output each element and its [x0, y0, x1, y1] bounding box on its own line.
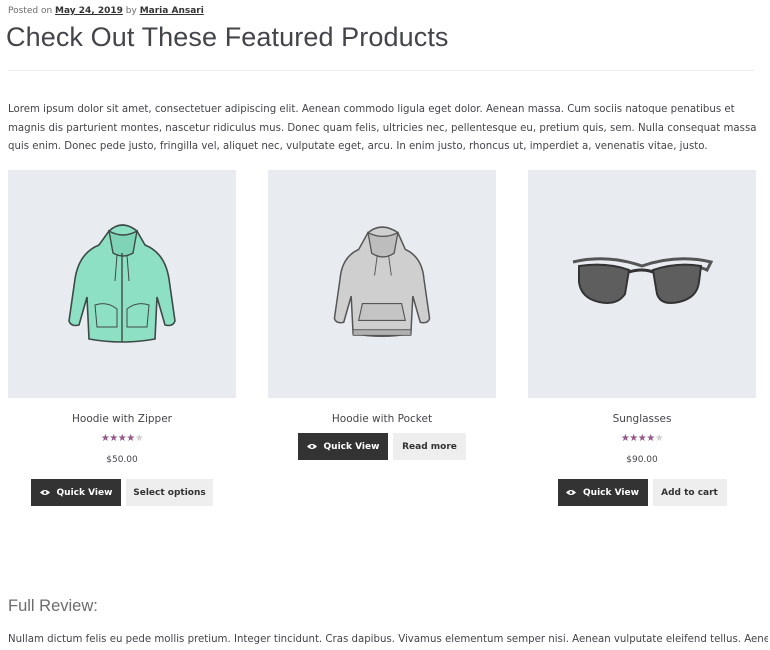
eye-icon [566, 490, 577, 495]
read-more-button[interactable]: Read more [393, 433, 466, 460]
review-paragraph: Nullam dictum felis eu pede mollis preti… [8, 634, 768, 645]
product-name[interactable]: Hoodie with Zipper [8, 413, 236, 425]
quick-view-button[interactable]: Quick View [298, 433, 388, 460]
quick-view-button[interactable]: Quick View [557, 479, 648, 506]
product-name[interactable]: Hoodie with Pocket [268, 413, 496, 425]
intro-paragraph: Lorem ipsum dolor sit amet, consectetuer… [8, 104, 757, 152]
quick-view-label: Quick View [583, 487, 639, 498]
product-price: $50.00 [106, 455, 138, 465]
product-image[interactable] [268, 170, 496, 398]
product-card-hoodie-pocket: Hoodie with Pocket Quick View Read more [268, 170, 496, 460]
author-link[interactable]: Maria Ansari [140, 6, 204, 16]
add-to-cart-button[interactable]: Add to cart [652, 479, 727, 506]
star-rating: ★★★★★ [620, 433, 664, 444]
eye-icon [306, 444, 317, 449]
by-label: by [125, 6, 137, 16]
review-heading: Full Review: [8, 597, 98, 615]
posted-on-label: Posted on [8, 6, 53, 16]
product-price: $90.00 [626, 455, 658, 465]
product-card-sunglasses: Sunglasses ★★★★★ $90.00 Quick View Add t… [528, 170, 756, 506]
page-title: Check Out These Featured Products [6, 22, 449, 52]
quick-view-label: Quick View [323, 441, 380, 452]
product-card-hoodie-zipper: Hoodie with Zipper ★★★★★ $50.00 Quick Vi… [8, 170, 236, 506]
quick-view-label: Quick View [56, 487, 113, 498]
pocket-hoodie-icon [333, 226, 431, 338]
product-name[interactable]: Sunglasses [528, 413, 756, 425]
product-image[interactable] [8, 170, 236, 398]
quick-view-button[interactable]: Quick View [31, 479, 121, 506]
sunglasses-icon [572, 257, 714, 304]
select-options-button[interactable]: Select options [126, 479, 213, 506]
post-date-link[interactable]: May 24, 2019 [55, 6, 123, 16]
zip-hoodie-icon [68, 224, 176, 343]
product-image[interactable] [528, 170, 756, 398]
post-meta: Posted on May 24, 2019 by Maria Ansari [8, 6, 204, 16]
title-divider [8, 70, 754, 71]
eye-icon [39, 490, 50, 495]
star-rating: ★★★★★ [100, 433, 144, 444]
